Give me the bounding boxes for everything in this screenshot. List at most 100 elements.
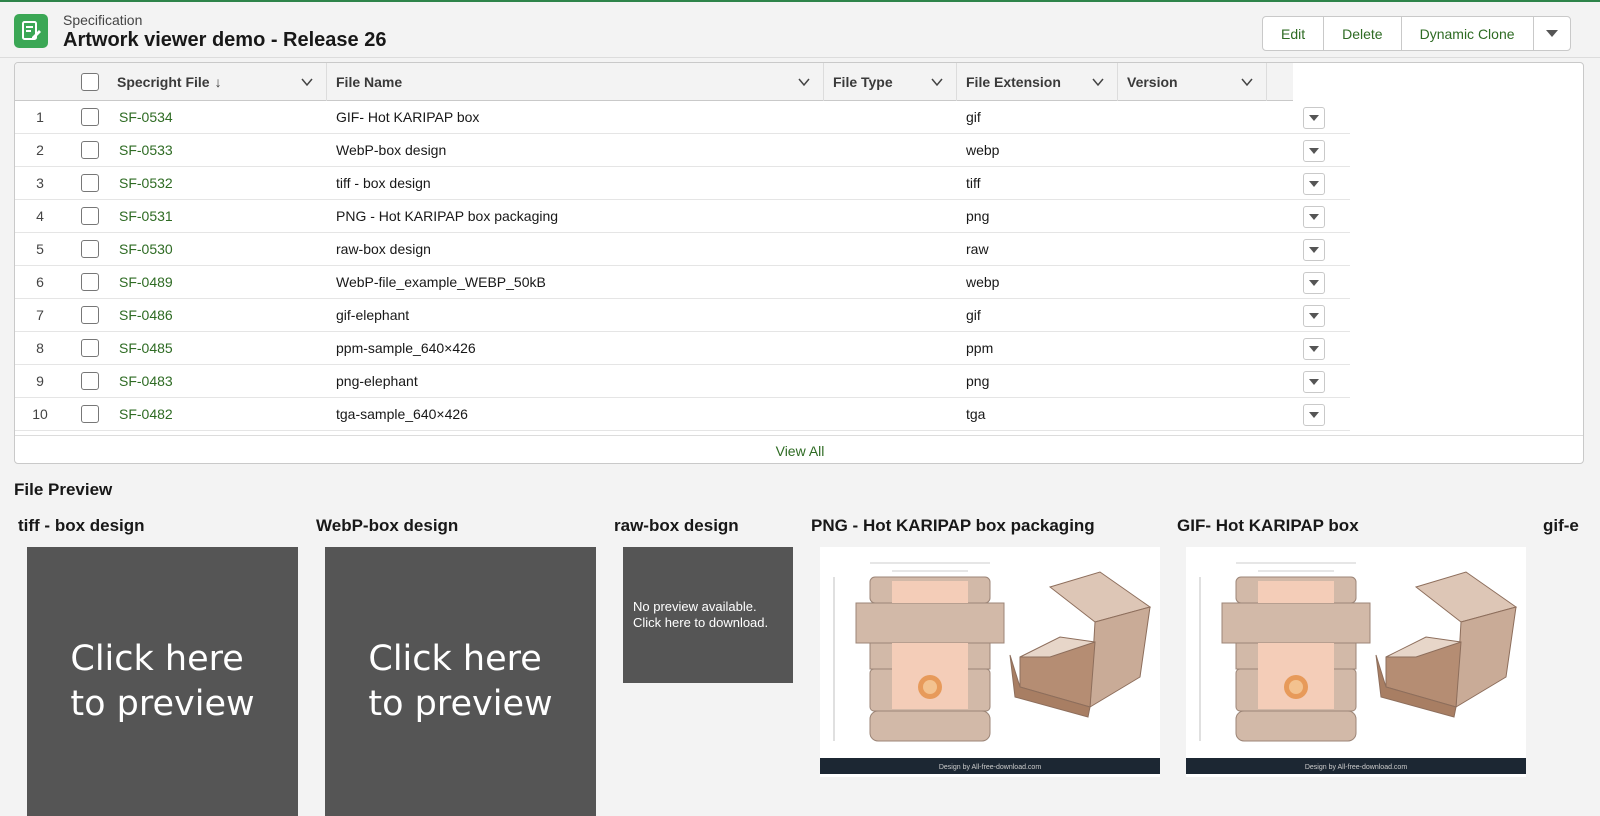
file-name-cell: raw-box design [336,241,431,257]
row-checkbox[interactable] [81,240,99,258]
row-actions-button[interactable] [1303,206,1325,228]
row-number: 2 [36,142,44,158]
related-files-card: Specright File ↓ File Name File Type Fil… [14,62,1584,464]
no-preview-text: No preview available. [633,599,757,614]
row-number: 1 [36,109,44,125]
specright-file-link[interactable]: SF-0534 [119,101,173,133]
row-number: 3 [36,175,44,191]
column-header-specright-file[interactable]: Specright File ↓ [117,63,327,101]
row-actions-button[interactable] [1303,305,1325,327]
specright-file-link[interactable]: SF-0482 [119,398,173,430]
specright-file-link[interactable]: SF-0532 [119,167,173,199]
row-checkbox-cell [81,101,99,133]
row-actions-button[interactable] [1303,239,1325,261]
row-checkbox[interactable] [81,306,99,324]
select-all-checkbox[interactable] [81,73,99,91]
select-all-cell [81,63,103,101]
row-checkbox[interactable] [81,207,99,225]
chevron-down-icon[interactable] [300,75,314,89]
preview-prompt: Click here [70,638,244,679]
row-actions-button[interactable] [1303,140,1325,162]
preview-title: raw-box design [614,516,739,535]
row-checkbox-cell [81,200,99,232]
row-checkbox-cell [81,365,99,397]
file-name-cell: tiff - box design [336,175,431,191]
row-number: 10 [32,406,48,422]
row-checkbox-cell [81,134,99,166]
file-name-cell: GIF- Hot KARIPAP box [336,109,480,125]
preview-title: GIF- Hot KARIPAP box [1177,516,1359,535]
specright-file-link[interactable]: SF-0533 [119,134,173,166]
chevron-down-icon[interactable] [797,75,811,89]
image-credit: Design by All-free-download.com [1305,764,1407,771]
row-actions-button[interactable] [1303,272,1325,294]
column-header-file-name[interactable]: File Name [327,63,824,101]
row-actions-button[interactable] [1303,173,1325,195]
row-checkbox[interactable] [81,339,99,357]
row-checkbox-cell [81,266,99,298]
edit-button[interactable]: Edit [1263,17,1325,50]
specright-file-link[interactable]: SF-0483 [119,365,173,397]
row-checkbox[interactable] [81,372,99,390]
file-extension-cell: raw [966,241,989,257]
row-actions-button[interactable] [1303,404,1325,426]
specright-file-link[interactable]: SF-0489 [119,266,173,298]
preview-image-png[interactable]: Design by All-free-download.com [820,547,1160,777]
chevron-down-icon[interactable] [1240,75,1254,89]
row-number: 7 [36,307,44,323]
chevron-down-icon [1309,312,1319,319]
file-extension-cell: ppm [966,340,994,356]
row-actions-button[interactable] [1303,338,1325,360]
chevron-down-icon [1309,246,1319,253]
row-checkbox[interactable] [81,174,99,192]
table-header: Specright File ↓ File Name File Type Fil… [15,63,1293,101]
delete-button[interactable]: Delete [1324,17,1402,50]
row-actions-button[interactable] [1303,371,1325,393]
specright-file-link[interactable]: SF-0530 [119,233,173,265]
box-dieline-image: Design by All-free-download.com [820,562,1160,774]
file-name-cell: png-elephant [336,373,418,389]
preview-tile-tiff[interactable]: Click here to preview [27,547,298,816]
chevron-down-icon[interactable] [1091,75,1105,89]
object-label: Specification [63,12,143,28]
specright-file-link[interactable]: SF-0486 [119,299,173,331]
preview-title: WebP-box design [316,516,459,535]
file-extension-cell: gif [966,307,981,323]
column-label: File Extension [966,74,1061,90]
row-checkbox[interactable] [81,108,99,126]
row-checkbox-cell [81,167,99,199]
file-extension-cell: webp [966,274,1000,290]
file-name-cell: PNG - Hot KARIPAP box packaging [336,208,559,224]
row-checkbox[interactable] [81,405,99,423]
specright-file-link[interactable]: SF-0485 [119,332,173,364]
view-all-link[interactable]: View All [15,435,1583,463]
record-header: Specification Artwork viewer demo - Rele… [0,2,1600,58]
preview-tile-raw[interactable]: No preview available. Click here to downl… [623,547,793,683]
row-checkbox[interactable] [81,141,99,159]
preview-prompt: Click here [368,638,542,679]
column-header-file-extension[interactable]: File Extension [957,63,1118,101]
column-header-version[interactable]: Version [1118,63,1267,101]
specright-file-link[interactable]: SF-0531 [119,200,173,232]
more-actions-button[interactable] [1534,17,1570,50]
chevron-down-icon [1545,29,1558,37]
dynamic-clone-button[interactable]: Dynamic Clone [1402,17,1534,50]
file-extension-cell: gif [966,109,981,125]
row-checkbox-cell [81,332,99,364]
file-extension-cell: png [966,373,990,389]
row-actions-button[interactable] [1303,107,1325,129]
chevron-down-icon [1309,114,1319,121]
column-header-file-type[interactable]: File Type [824,63,957,101]
row-checkbox[interactable] [81,273,99,291]
preview-tile-webp[interactable]: Click here to preview [325,547,596,816]
box-dieline-image: Design by All-free-download.com [1186,562,1526,774]
preview-prompt: to preview [70,683,255,724]
chevron-down-icon[interactable] [930,75,944,89]
table-row: 4 SF-0531 PNG - Hot KARIPAP box packaging p… [15,200,1350,233]
table-row: 7 SF-0486 gif-elephant gif [15,299,1350,332]
chevron-down-icon [1309,213,1319,220]
chevron-down-icon [1309,279,1319,286]
chevron-down-icon [1309,147,1319,154]
preview-image-gif[interactable]: Design by All-free-download.com [1186,547,1526,777]
file-name-cell: gif-elephant [336,307,410,323]
